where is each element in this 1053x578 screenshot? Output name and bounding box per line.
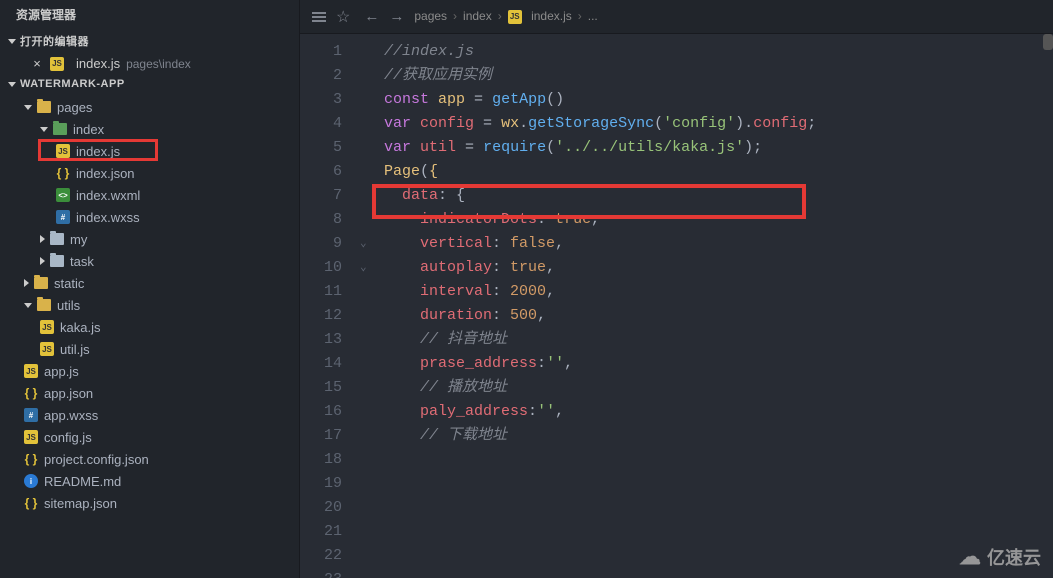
file-README.md[interactable]: i README.md [0, 470, 299, 492]
folder-icon [37, 101, 51, 113]
open-editors-header[interactable]: 打开的编辑器 [0, 29, 299, 53]
folder-my[interactable]: my [0, 228, 299, 250]
tree-item-label: index.json [76, 166, 135, 181]
chevron-icon [40, 127, 48, 132]
project-header[interactable]: WATERMARK-APP [0, 74, 299, 94]
tree-item-label: utils [57, 298, 80, 313]
file-index.js[interactable]: JS index.js [0, 140, 299, 162]
tree-item-label: app.json [44, 386, 93, 401]
chevron-icon [40, 235, 45, 243]
file-app.wxss[interactable]: # app.wxss [0, 404, 299, 426]
wxss-file-icon: # [24, 408, 38, 422]
tree-item-label: app.js [44, 364, 79, 379]
tree-item-label: my [70, 232, 87, 247]
json-file-icon: { } [24, 496, 38, 510]
chevron-icon [24, 105, 32, 110]
folder-icon [50, 233, 64, 245]
editor-topbar: ☆ ← → pages›index›JS index.js›... [300, 0, 1053, 34]
tree-item-label: config.js [44, 430, 92, 445]
chevron-down-icon [8, 82, 16, 87]
chevron-icon [24, 303, 32, 308]
chevron-down-icon [8, 39, 16, 44]
file-index.wxml[interactable]: <> index.wxml [0, 184, 299, 206]
folder-icon [34, 277, 48, 289]
folder-pages[interactable]: pages [0, 96, 299, 118]
tree-item-label: app.wxss [44, 408, 98, 423]
file-index.wxss[interactable]: # index.wxss [0, 206, 299, 228]
folder-icon [37, 299, 51, 311]
file-project.config.json[interactable]: { } project.config.json [0, 448, 299, 470]
sidebar: 资源管理器 打开的编辑器 × JS index.js pages\index W… [0, 0, 300, 578]
js-file-icon: JS [50, 57, 64, 71]
tree-item-label: task [70, 254, 94, 269]
file-app.js[interactable]: JS app.js [0, 360, 299, 382]
file-tree: pagesindexJSindex.js{ }index.json<>index… [0, 94, 299, 578]
scrollbar-thumb[interactable] [1043, 34, 1053, 50]
file-kaka.js[interactable]: JS kaka.js [0, 316, 299, 338]
chevron-icon [40, 257, 45, 265]
line-gutter: 1234567891011121314151617181920212223 [300, 34, 360, 578]
wxml-file-icon: <> [56, 188, 70, 202]
open-editor-item[interactable]: × JS index.js pages\index [0, 53, 299, 74]
code-content[interactable]: //index.js//获取应用实例const app = getApp()va… [374, 34, 1053, 578]
md-file-icon: i [24, 474, 38, 488]
menu-icon[interactable] [312, 12, 326, 22]
fold-gutter[interactable]: ⌄⌄ [360, 34, 374, 578]
json-file-icon: { } [56, 166, 70, 180]
file-config.js[interactable]: JS config.js [0, 426, 299, 448]
folder-index[interactable]: index [0, 118, 299, 140]
js-file-icon: JS [24, 364, 38, 378]
tree-item-label: pages [57, 100, 92, 115]
wxss-file-icon: # [56, 210, 70, 224]
tree-item-label: sitemap.json [44, 496, 117, 511]
folder-icon [50, 255, 64, 267]
folder-icon [53, 123, 67, 135]
nav-back-icon[interactable]: ← [364, 8, 379, 25]
cloud-icon: ☁ [959, 544, 981, 570]
file-index.json[interactable]: { } index.json [0, 162, 299, 184]
js-file-icon: JS [40, 320, 54, 334]
js-file-icon: JS [24, 430, 38, 444]
file-sitemap.json[interactable]: { } sitemap.json [0, 492, 299, 514]
tree-item-label: static [54, 276, 84, 291]
tree-item-label: index [73, 122, 104, 137]
json-file-icon: { } [24, 452, 38, 466]
nav-forward-icon[interactable]: → [389, 8, 404, 25]
file-app.json[interactable]: { } app.json [0, 382, 299, 404]
breadcrumb[interactable]: pages›index›JS index.js›... [414, 9, 597, 24]
tree-item-label: project.config.json [44, 452, 149, 467]
bookmark-icon[interactable]: ☆ [336, 7, 350, 27]
tree-item-label: README.md [44, 474, 121, 489]
json-file-icon: { } [24, 386, 38, 400]
tree-item-label: index.wxml [76, 188, 140, 203]
code-area[interactable]: 1234567891011121314151617181920212223 ⌄⌄… [300, 34, 1053, 578]
js-file-icon: JS [40, 342, 54, 356]
tree-item-label: util.js [60, 342, 90, 357]
folder-utils[interactable]: utils [0, 294, 299, 316]
folder-static[interactable]: static [0, 272, 299, 294]
explorer-title[interactable]: 资源管理器 [0, 0, 299, 29]
tree-item-label: index.wxss [76, 210, 140, 225]
tree-item-label: index.js [76, 144, 120, 159]
editor: ☆ ← → pages›index›JS index.js›... 123456… [300, 0, 1053, 578]
file-util.js[interactable]: JS util.js [0, 338, 299, 360]
watermark: ☁ 亿速云 [959, 544, 1041, 570]
tree-item-label: kaka.js [60, 320, 100, 335]
chevron-icon [24, 279, 29, 287]
folder-task[interactable]: task [0, 250, 299, 272]
js-file-icon: JS [56, 144, 70, 158]
close-icon[interactable]: × [30, 56, 44, 71]
